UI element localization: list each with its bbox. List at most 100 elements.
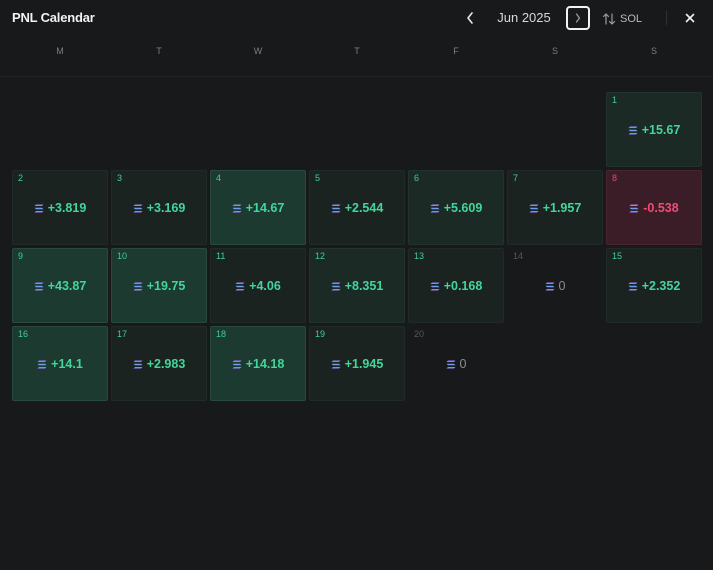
pnl-value: +14.18 (245, 357, 285, 371)
day-cell[interactable]: 20 0 (408, 326, 504, 401)
weekday-label: S (650, 46, 657, 56)
day-cell[interactable]: 17 +2.983 (111, 326, 207, 401)
day-number: 12 (315, 251, 326, 261)
sol-icon (331, 282, 341, 290)
day-number: 16 (18, 329, 29, 339)
day-cell[interactable]: 4 +14.67 (210, 170, 306, 245)
pnl-value: +14.1 (51, 357, 83, 371)
chevron-left-icon (467, 12, 473, 24)
pnl-value: +3.169 (146, 201, 186, 215)
close-button[interactable] (680, 8, 700, 28)
header: PNL Calendar Jun 2025 SOL (0, 0, 713, 36)
pnl-value: 0 (459, 357, 467, 371)
day-cell[interactable]: 1 +15.67 (606, 92, 702, 167)
swap-vertical-icon (602, 13, 616, 25)
sol-icon (34, 282, 44, 290)
weekday-header: M T W T F S S (0, 46, 713, 62)
sol-icon (430, 282, 440, 290)
chevron-right-icon (575, 13, 581, 23)
pnl-value: +2.352 (641, 279, 681, 293)
pnl-value: +4.06 (249, 279, 281, 293)
sol-icon (529, 204, 539, 212)
sol-icon (232, 360, 242, 368)
day-cell[interactable]: 16 +14.1 (12, 326, 108, 401)
pnl-value: +3.819 (47, 201, 87, 215)
pnl-value: +2.983 (146, 357, 186, 371)
day-number: 5 (315, 173, 321, 183)
day-cell[interactable]: 9 +43.87 (12, 248, 108, 323)
day-number: 18 (216, 329, 227, 339)
pnl-value: 0 (558, 279, 566, 293)
pnl-value: +1.957 (542, 201, 582, 215)
pnl-value: +8.351 (344, 279, 384, 293)
day-cell[interactable]: 8 -0.538 (606, 170, 702, 245)
sol-icon (629, 204, 639, 212)
sol-icon (331, 360, 341, 368)
pnl-value: +0.168 (443, 279, 483, 293)
day-cell[interactable]: 12 +8.351 (309, 248, 405, 323)
day-number: 15 (612, 251, 623, 261)
sol-icon (34, 204, 44, 212)
sol-icon (133, 282, 143, 290)
day-cell[interactable]: 7 +1.957 (507, 170, 603, 245)
pnl-value: +43.87 (47, 279, 87, 293)
day-cell[interactable]: 13 +0.168 (408, 248, 504, 323)
page-title: PNL Calendar (12, 10, 95, 25)
pnl-value: +5.609 (443, 201, 483, 215)
sol-icon (37, 360, 47, 368)
sol-icon (446, 360, 456, 368)
prev-month-button[interactable] (460, 7, 480, 29)
day-cell[interactable]: 18 +14.18 (210, 326, 306, 401)
weekday-label: T (156, 46, 162, 56)
sol-icon (232, 204, 242, 212)
day-number: 20 (414, 329, 425, 339)
weekday-label: S (551, 46, 558, 56)
day-cell[interactable]: 10 +19.75 (111, 248, 207, 323)
day-cell[interactable]: 14 0 (507, 248, 603, 323)
currency-label: SOL (620, 13, 643, 25)
day-cell[interactable]: 3 +3.169 (111, 170, 207, 245)
sol-icon (133, 204, 143, 212)
day-number: 3 (117, 173, 123, 183)
day-number: 10 (117, 251, 128, 261)
weekday-label: T (354, 46, 360, 56)
sol-icon (430, 204, 440, 212)
day-number: 8 (612, 173, 618, 183)
sol-icon (628, 126, 638, 134)
next-month-button[interactable] (566, 6, 590, 30)
pnl-value: +19.75 (146, 279, 186, 293)
pnl-value: +2.544 (344, 201, 384, 215)
day-cell[interactable]: 11 +4.06 (210, 248, 306, 323)
day-cell[interactable]: 5 +2.544 (309, 170, 405, 245)
pnl-value: +15.67 (641, 123, 681, 137)
day-cell[interactable]: 6 +5.609 (408, 170, 504, 245)
day-cell[interactable]: 2 +3.819 (12, 170, 108, 245)
day-number: 4 (216, 173, 222, 183)
day-number: 7 (513, 173, 519, 183)
day-number: 17 (117, 329, 128, 339)
weekday-label: W (253, 46, 263, 56)
sol-icon (331, 204, 341, 212)
weekday-label: F (453, 46, 459, 56)
sol-icon (235, 282, 245, 290)
day-number: 6 (414, 173, 420, 183)
day-number: 14 (513, 251, 524, 261)
day-cell[interactable]: 15 +2.352 (606, 248, 702, 323)
day-number: 13 (414, 251, 425, 261)
day-number: 2 (18, 173, 24, 183)
pnl-value: -0.538 (643, 201, 679, 215)
sol-icon (133, 360, 143, 368)
close-icon (685, 13, 695, 23)
header-separator (0, 76, 713, 77)
sol-icon (545, 282, 555, 290)
day-number: 9 (18, 251, 24, 261)
header-divider (666, 11, 667, 25)
day-cell[interactable]: 19 +1.945 (309, 326, 405, 401)
day-number: 1 (612, 95, 618, 105)
pnl-value: +1.945 (344, 357, 384, 371)
weekday-label: M (56, 46, 64, 56)
day-number: 11 (216, 251, 226, 261)
pnl-value: +14.67 (245, 201, 285, 215)
currency-toggle[interactable]: SOL (602, 10, 642, 28)
sol-icon (628, 282, 638, 290)
